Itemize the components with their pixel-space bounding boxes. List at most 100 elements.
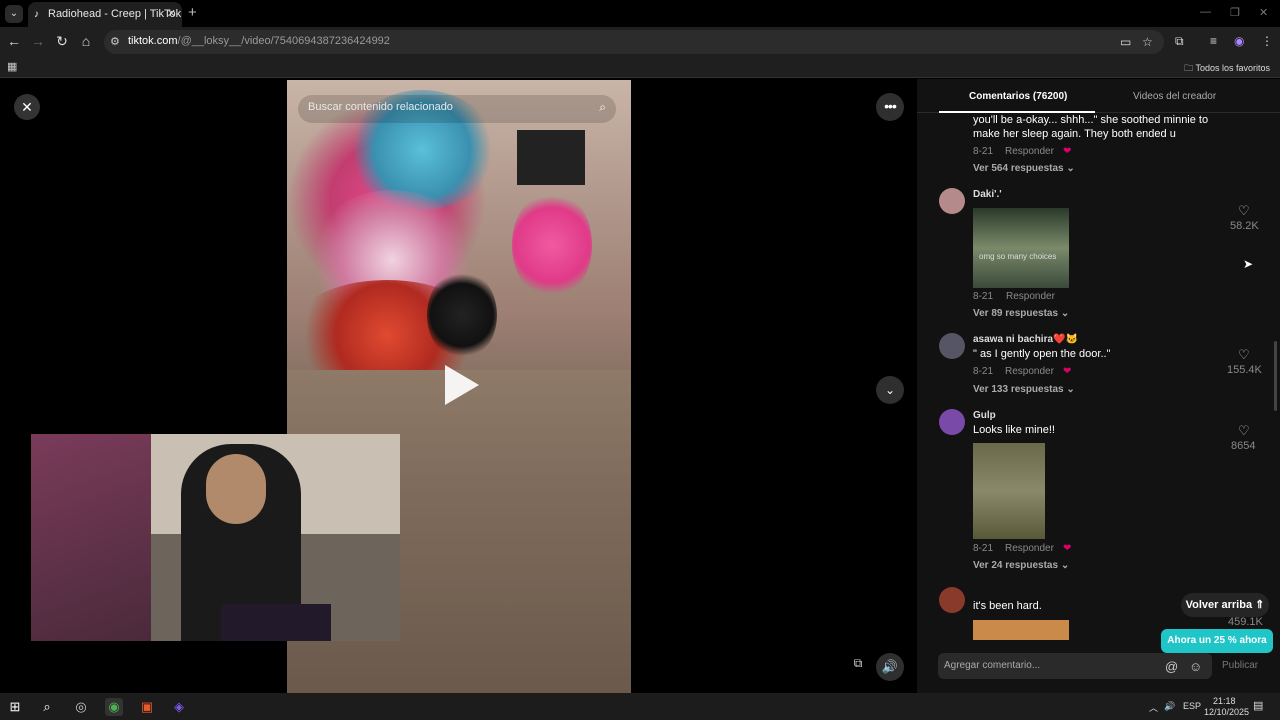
tab-search-button[interactable]: ⌄ — [5, 5, 23, 23]
search-icon[interactable]: ⌕ — [599, 100, 606, 115]
back-icon[interactable]: ← — [5, 33, 23, 49]
notifications-icon[interactable]: ▤ — [1253, 699, 1263, 712]
promo-button[interactable]: Ahora un 25 % ahora — [1161, 629, 1273, 653]
comment-author[interactable]: asawa ni bachira❤️🐱 — [973, 334, 1078, 345]
creator-liked-icon: ❤ — [1063, 146, 1072, 157]
comment-text: it's been hard. — [973, 600, 1042, 612]
like-count: 155.4K — [1227, 364, 1262, 376]
close-window-button[interactable]: ✕ — [1259, 6, 1268, 19]
bedspread — [31, 434, 151, 641]
view-replies-button[interactable]: Ver 133 respuestas ⌄ — [973, 384, 1075, 395]
view-replies-button[interactable]: Ver 24 respuestas ⌄ — [973, 560, 1069, 571]
miniplayer-icon[interactable]: ⧉ — [848, 656, 868, 676]
clock-time[interactable]: 21:18 — [1213, 696, 1236, 706]
reply-button[interactable]: Responder — [1005, 146, 1054, 157]
more-options-icon[interactable]: ••• — [876, 93, 904, 121]
view-replies-button[interactable]: Ver 564 respuestas ⌄ — [973, 163, 1075, 174]
minimize-button[interactable]: — — [1200, 6, 1211, 18]
profile-avatar[interactable]: ◉ — [1234, 34, 1244, 48]
restore-button[interactable]: ❐ — [1230, 6, 1240, 19]
comment-image[interactable]: omg so many choices — [973, 208, 1069, 288]
creator-liked-icon: ❤ — [1063, 366, 1072, 377]
browser-tab[interactable]: ♪ Radiohead - Creep | TikTok ✕ — [28, 2, 182, 27]
comment-text: " as I gently open the door.." — [973, 348, 1111, 360]
tab-strip: ⌄ ♪ Radiohead - Creep | TikTok ✕ + — ❐ ✕ — [0, 0, 1280, 27]
reload-icon[interactable]: ↻ — [53, 33, 71, 50]
language-indicator[interactable]: ESP — [1183, 701, 1201, 711]
volume-icon[interactable]: 🔊 — [1164, 701, 1175, 712]
chrome-icon[interactable]: ◉ — [105, 698, 123, 716]
tab-title: Radiohead - Creep | TikTok — [48, 8, 182, 20]
tiktok-icon: ♪ — [34, 9, 39, 20]
address-bar[interactable]: ⚙ tiktok.com/@__loksy__/video/7540694387… — [104, 30, 1164, 54]
comment-text: you'll be a-okay... shhh..." she soothed… — [973, 114, 1209, 140]
windows-start-icon[interactable]: ⊞ — [6, 698, 24, 716]
bookmarks-bar: ▦ 🗀 Todos los favoritos — [0, 57, 1280, 78]
extensions-icon[interactable]: ⧉ — [1175, 34, 1184, 49]
pink-stitch — [512, 190, 592, 300]
comment-text: Looks like mine!! — [973, 424, 1055, 436]
app-icon[interactable]: ◎ — [72, 698, 90, 716]
comment-date: 8-21 — [973, 291, 994, 302]
keyboard — [221, 604, 331, 641]
like-count: 58.2K — [1230, 220, 1259, 232]
reply-button[interactable]: Responder — [1006, 291, 1055, 302]
toolbar: ← → ↻ ⌂ ⚙ tiktok.com/@__loksy__/video/75… — [0, 27, 1280, 57]
tab-creator-videos[interactable]: Videos del creador — [1133, 91, 1216, 102]
reply-button[interactable]: Responder — [1005, 543, 1054, 554]
search-icon[interactable]: ⌕ — [38, 698, 56, 716]
taskbar: ⊞ ⌕ ◎ ◉ ▣ ◈ ︿ 🔊 ESP 21:18 12/10/2025 ▤ — [0, 693, 1280, 720]
scrollbar[interactable] — [1274, 341, 1277, 411]
home-icon[interactable]: ⌂ — [77, 33, 95, 49]
media-icon[interactable]: ≡ — [1210, 34, 1217, 48]
mention-icon[interactable]: @ — [1165, 659, 1178, 674]
panel-tabs: Comentarios (76200) Videos del creador — [917, 79, 1280, 113]
wall-screen — [517, 130, 585, 185]
tray-chevron-icon[interactable]: ︿ — [1149, 701, 1158, 714]
avatar[interactable] — [939, 409, 965, 435]
next-video-chevron-icon[interactable]: ⌄ — [876, 376, 904, 404]
avatar[interactable] — [939, 333, 965, 359]
comment-date: 8-21 — [973, 366, 994, 377]
app-icon[interactable]: ▣ — [138, 698, 156, 716]
heart-icon[interactable]: ♡ — [1238, 347, 1250, 363]
tab-comments[interactable]: Comentarios (76200) — [969, 91, 1067, 102]
view-replies-button[interactable]: Ver 89 respuestas ⌄ — [973, 308, 1069, 319]
comment-author[interactable]: Daki'.' — [973, 189, 1002, 200]
apps-grid-icon[interactable]: ▦ — [7, 60, 17, 73]
comment-image[interactable] — [973, 443, 1045, 539]
publish-button[interactable]: Publicar — [1222, 660, 1258, 671]
comment-image[interactable] — [973, 620, 1069, 640]
webcam-overlay — [31, 434, 400, 641]
clock-date[interactable]: 12/10/2025 — [1204, 707, 1249, 717]
avatar[interactable] — [939, 587, 965, 613]
close-icon[interactable]: ✕ — [14, 94, 40, 120]
avatar[interactable] — [939, 188, 965, 214]
mickey-plush — [427, 270, 497, 360]
discord-icon[interactable]: ◈ — [170, 698, 188, 716]
back-to-top-button[interactable]: Volver arriba ⇑ — [1181, 593, 1269, 617]
site-info-icon[interactable]: ⚙ — [110, 35, 120, 48]
all-bookmarks[interactable]: 🗀 Todos los favoritos — [1184, 61, 1270, 77]
menu-icon[interactable]: ⋮ — [1261, 34, 1273, 48]
comment-author[interactable]: Gulp — [973, 410, 996, 421]
cast-icon[interactable]: ▭ — [1120, 35, 1131, 49]
forward-icon[interactable]: → — [29, 33, 47, 49]
mouse-cursor-icon: ➤ — [1243, 257, 1254, 271]
tab-close-icon[interactable]: ✕ — [167, 2, 176, 27]
face — [206, 454, 266, 524]
volume-icon[interactable]: 🔊 — [876, 653, 904, 681]
heart-icon[interactable]: ♡ — [1238, 203, 1250, 219]
heart-icon[interactable]: ♡ — [1238, 423, 1250, 439]
comment-date: 8-21 — [973, 146, 994, 157]
bookmark-star-icon[interactable]: ☆ — [1142, 35, 1153, 49]
new-tab-button[interactable]: + — [188, 4, 197, 21]
video-stage: ✕ Buscar contenido relacionado ⌕ ••• ⌄ ⧉… — [0, 79, 917, 693]
url-text: tiktok.com/@__loksy__/video/754069438723… — [128, 35, 390, 47]
reply-button[interactable]: Responder — [1005, 366, 1054, 377]
like-count: 459.1K — [1228, 616, 1263, 628]
play-icon[interactable] — [445, 365, 479, 405]
comments-panel: Comentarios (76200) Videos del creador y… — [917, 79, 1280, 693]
related-search-input[interactable]: Buscar contenido relacionado ⌕ — [298, 95, 616, 123]
emoji-icon[interactable]: ☺ — [1189, 659, 1202, 674]
